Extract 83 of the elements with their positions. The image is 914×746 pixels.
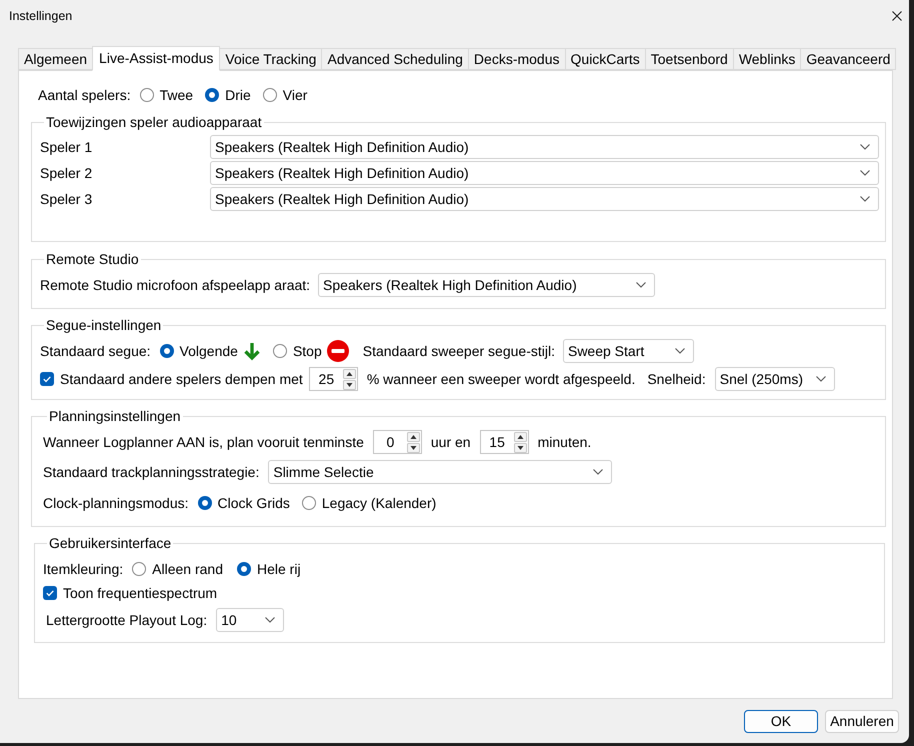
- radio-option[interactable]: Alleen rand: [132, 560, 223, 578]
- stop-sign-icon: [326, 340, 349, 362]
- tab[interactable]: QuickCarts: [564, 48, 646, 70]
- field-label: Clock-planningsmodus:: [43, 494, 189, 512]
- checkbox-option[interactable]: Standaard andere spelers dempen met: [40, 370, 303, 388]
- chevron-down-icon: [636, 282, 646, 288]
- field-label: % wanneer een sweeper wordt afgespeeld.: [366, 370, 636, 388]
- spin-down-icon[interactable]: [406, 442, 420, 452]
- field-label: Lettergrootte Playout Log:: [46, 612, 208, 628]
- device-dropdown[interactable]: Speakers (Realtek High Definition Audio): [210, 187, 879, 211]
- spin-down-icon[interactable]: [342, 380, 356, 390]
- spin-up-icon[interactable]: [514, 432, 527, 442]
- field-label: Standaard segue:: [40, 342, 151, 360]
- tab[interactable]: Toetsenbord: [644, 48, 734, 70]
- radio-icon[interactable]: [262, 88, 277, 102]
- chevron-down-icon: [816, 376, 826, 382]
- close-icon: [892, 11, 902, 21]
- radio-icon[interactable]: [236, 562, 251, 576]
- radio-icon[interactable]: [160, 344, 174, 358]
- radio-option[interactable]: Volgende: [160, 341, 261, 361]
- spin-up-icon[interactable]: [406, 432, 420, 442]
- device-dropdown[interactable]: Speakers (Realtek High Definition Audio): [210, 161, 879, 185]
- tab[interactable]: Geavanceerd: [800, 48, 896, 70]
- tab[interactable]: Live-Assist-modus: [92, 46, 220, 71]
- down-arrow-icon: [242, 341, 261, 361]
- group-title: Remote Studio: [45, 251, 140, 267]
- radio-option[interactable]: Hele rij: [236, 560, 301, 578]
- field-label: Remote Studio microfoon afspeelapp araat:: [40, 276, 310, 294]
- radio-option[interactable]: Stop: [272, 340, 349, 362]
- chevron-down-icon: [593, 469, 604, 475]
- tab[interactable]: Advanced Scheduling: [321, 48, 469, 70]
- radio-icon[interactable]: [198, 496, 212, 510]
- radio-option[interactable]: Vier: [262, 86, 308, 104]
- radio-icon[interactable]: [132, 562, 146, 576]
- field-label: Standaard trackplanningsstrategie:: [43, 464, 260, 480]
- dialog-button[interactable]: Annuleren: [825, 710, 899, 733]
- number-spinner[interactable]: 15: [480, 430, 529, 454]
- group-title: Planningsinstellingen: [48, 408, 182, 424]
- field-label: Speler 1: [40, 138, 94, 156]
- window-title: Instellingen: [9, 8, 72, 24]
- field-label: minuten.: [538, 434, 592, 450]
- chevron-down-icon: [265, 617, 276, 623]
- strategy-dropdown[interactable]: Slimme Selectie: [268, 460, 612, 484]
- tab[interactable]: Decks-modus: [468, 48, 566, 70]
- field-label: Speler 3: [40, 190, 94, 208]
- chevron-down-icon: [860, 196, 870, 202]
- dialog-button[interactable]: OK: [744, 710, 818, 733]
- checkbox-icon[interactable]: [40, 372, 54, 386]
- device-dropdown[interactable]: Speakers (Realtek High Definition Audio): [318, 273, 656, 297]
- number-spinner[interactable]: 0: [372, 430, 422, 454]
- radio-option[interactable]: Drie: [205, 86, 251, 104]
- field-label: Itemkleuring:: [43, 560, 124, 578]
- group-title: Toewijzingen speler audioapparaat: [45, 114, 263, 130]
- radio-icon[interactable]: [205, 88, 220, 102]
- radio-option[interactable]: Clock Grids: [198, 494, 290, 512]
- field-label: uur en: [430, 434, 471, 450]
- field-label: Aantal spelers:: [38, 86, 131, 104]
- checkbox-option[interactable]: Toon frequentiespectrum: [43, 584, 218, 602]
- chevron-down-icon: [860, 144, 870, 150]
- number-spinner[interactable]: 25: [308, 367, 358, 391]
- radio-icon[interactable]: [302, 496, 316, 510]
- radio-icon[interactable]: [272, 344, 287, 358]
- field-label: Snelheid:: [647, 370, 706, 388]
- field-label: Speler 2: [40, 164, 94, 182]
- style-dropdown[interactable]: Sweep Start: [562, 339, 694, 363]
- field-label: Wanneer Logplanner AAN is, plan vooruit tenminste: [43, 434, 364, 450]
- tab[interactable]: Weblinks: [732, 48, 802, 70]
- tab[interactable]: Algemeen: [18, 48, 94, 70]
- group-title: Gebruikersinterface: [48, 535, 172, 551]
- speed-dropdown[interactable]: Snel (250ms): [714, 367, 835, 391]
- tab[interactable]: Voice Tracking: [219, 48, 322, 70]
- field-label: Standaard sweeper segue-stijl:: [362, 342, 555, 360]
- chevron-down-icon: [860, 170, 870, 176]
- radio-icon[interactable]: [140, 88, 154, 102]
- radio-option[interactable]: Legacy (Kalender): [302, 494, 436, 512]
- device-dropdown[interactable]: Speakers (Realtek High Definition Audio): [210, 135, 879, 159]
- chevron-down-icon: [674, 348, 685, 354]
- spin-down-icon[interactable]: [514, 442, 527, 452]
- checkbox-icon[interactable]: [43, 586, 57, 600]
- group-title: Segue-instellingen: [45, 317, 162, 333]
- radio-option[interactable]: Twee: [140, 86, 194, 104]
- spin-up-icon[interactable]: [342, 368, 356, 378]
- font-size-dropdown[interactable]: 10: [216, 608, 284, 632]
